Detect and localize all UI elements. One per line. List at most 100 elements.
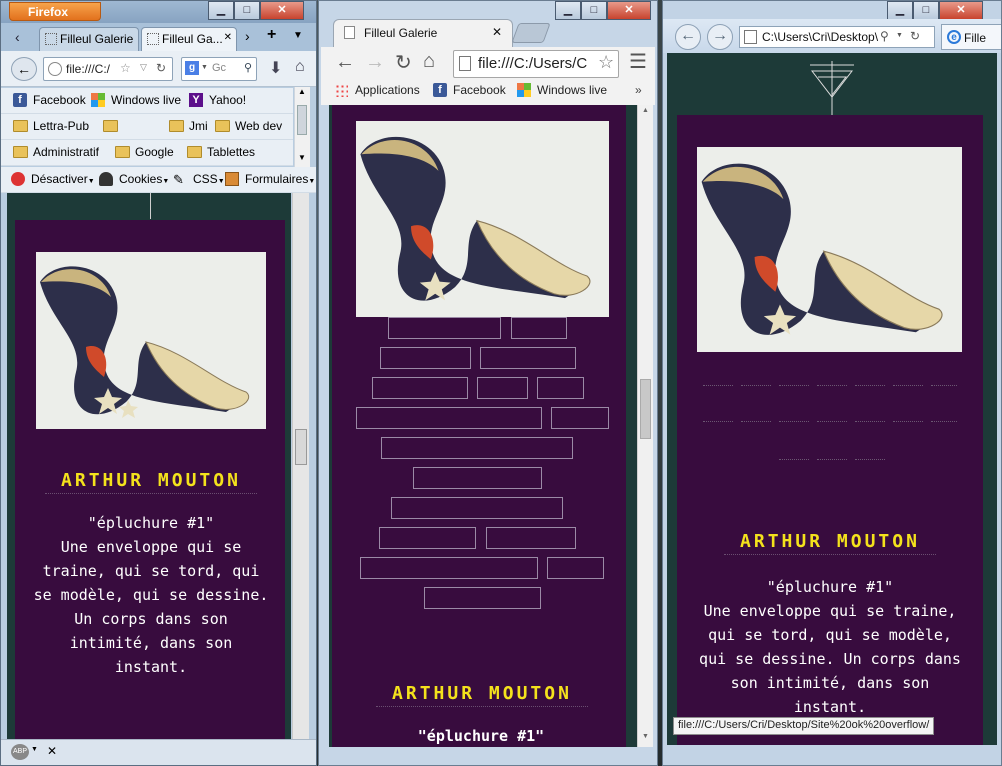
bookmark-administratif[interactable]: Administratif (13, 145, 99, 159)
maximize-icon[interactable]: □ (581, 1, 607, 20)
thumbnail-placeholder[interactable] (741, 385, 771, 386)
new-tab-button[interactable] (511, 23, 551, 43)
home-icon[interactable]: ⌂ (295, 58, 305, 76)
bookmark-yahoo[interactable]: Y Yahoo! (189, 93, 246, 107)
new-tab-icon[interactable]: + (267, 26, 276, 44)
thumbnail-placeholder[interactable] (703, 385, 733, 386)
search-icon[interactable]: ⚲ (244, 61, 252, 74)
back-icon[interactable]: ← (675, 24, 701, 50)
thumbnail-placeholder[interactable] (388, 317, 501, 339)
bookmark-star-icon[interactable]: ☆ (598, 52, 615, 73)
bookmark-jmi[interactable]: Jmi (169, 119, 208, 133)
thumbnail-placeholder[interactable] (360, 557, 538, 579)
thumbnail-placeholder[interactable] (356, 407, 542, 429)
chrome-page-scrollbar[interactable]: ▲ ▼ (637, 105, 653, 747)
scroll-down-icon[interactable]: ▼ (642, 733, 649, 740)
thumbnail-placeholder[interactable] (551, 407, 609, 429)
scroll-up-icon[interactable]: ▲ (642, 107, 649, 114)
reload-icon[interactable]: ↻ (156, 61, 166, 75)
thumbnail-placeholder[interactable] (855, 459, 885, 460)
artwork-photo[interactable] (697, 147, 962, 352)
minimize-icon[interactable]: ▁ (887, 1, 913, 20)
thumbnail-placeholder[interactable] (480, 347, 576, 369)
dropdown-icon[interactable]: ▼ (31, 746, 38, 753)
menu-icon[interactable]: ☰ (629, 49, 647, 74)
thumbnail-placeholder[interactable] (779, 459, 809, 460)
more-bookmarks-icon[interactable]: » (635, 83, 642, 97)
thumbnail-placeholder[interactable] (547, 557, 604, 579)
bookmark-windows-live[interactable]: Windows live (91, 93, 181, 107)
thumbnail-placeholder[interactable] (424, 587, 541, 609)
bookmark-apps[interactable]: Applications (335, 83, 420, 97)
thumbnail-placeholder[interactable] (817, 421, 847, 422)
firefox-search-input[interactable]: g ▼ Gc ⚲ (181, 57, 257, 81)
back-icon[interactable]: ← (335, 51, 355, 74)
bookmark-facebook[interactable]: f Facebook (13, 93, 86, 107)
artwork-photo[interactable] (36, 252, 266, 429)
tab-scroll-right-icon[interactable]: › (245, 28, 250, 44)
thumbnail-placeholder[interactable] (779, 421, 809, 422)
bookmark-lettra-pub[interactable]: Lettra-Pub (13, 119, 89, 133)
scroll-down-icon[interactable]: ▼ (298, 153, 306, 162)
firefox-tab-2[interactable]: Filleul Ga... ✕ (141, 27, 237, 51)
thumbnail-placeholder[interactable] (779, 385, 809, 386)
thumbnail-placeholder[interactable] (413, 467, 542, 489)
forms-menu[interactable]: Formulaires▼ (225, 172, 315, 186)
artwork-photo[interactable] (356, 121, 609, 317)
home-icon[interactable]: ⌂ (423, 50, 435, 73)
maximize-icon[interactable]: □ (234, 1, 260, 20)
thumbnail-placeholder[interactable] (380, 347, 471, 369)
downloads-icon[interactable]: ⬇ (269, 58, 282, 78)
thumbnail-placeholder[interactable] (931, 421, 957, 422)
cookies-menu[interactable]: Cookies▼ (99, 172, 169, 186)
close-icon[interactable]: ✕ (939, 1, 983, 20)
close-addon-bar-icon[interactable]: ✕ (47, 744, 57, 758)
dropdown-icon[interactable]: ▼ (896, 32, 903, 39)
thumbnail-placeholder[interactable] (893, 385, 923, 386)
chrome-tab[interactable]: Filleul Galerie ✕ (333, 19, 513, 47)
ie-address-input[interactable]: C:\Users\Cri\Desktop\ ⚲ ▼ ↻ (739, 26, 935, 48)
bookmarks-scrollbar[interactable]: ▲ ▼ (294, 87, 310, 167)
tab-scroll-left-icon[interactable]: ‹ (15, 29, 20, 45)
bookmark-web-dev[interactable]: Web dev (215, 119, 282, 133)
ie-tab[interactable]: e Fille (941, 24, 1001, 50)
thumbnail-placeholder[interactable] (477, 377, 528, 399)
reload-icon[interactable]: ↻ (910, 29, 921, 43)
search-icon[interactable]: ⚲ (880, 29, 889, 43)
forward-icon[interactable]: → (707, 24, 733, 50)
thumbnail-placeholder[interactable] (486, 527, 576, 549)
thumbnail-placeholder[interactable] (391, 497, 563, 519)
thumbnail-placeholder[interactable] (855, 385, 885, 386)
thumbnail-placeholder[interactable] (537, 377, 584, 399)
maximize-icon[interactable]: □ (913, 1, 939, 20)
css-menu[interactable]: ✎ CSS▼ (173, 172, 225, 187)
forward-icon[interactable]: → (365, 51, 385, 74)
close-icon[interactable]: ✕ (260, 1, 304, 20)
firefox-tab-1[interactable]: Filleul Galerie (39, 27, 139, 51)
minimize-icon[interactable]: ▁ (208, 1, 234, 20)
thumbnail-placeholder[interactable] (741, 421, 771, 422)
disable-menu[interactable]: Désactiver▼ (11, 172, 95, 186)
close-tab-icon[interactable]: ✕ (492, 25, 502, 39)
scroll-thumb[interactable] (295, 429, 307, 465)
scroll-thumb[interactable] (640, 379, 651, 439)
thumbnail-placeholder[interactable] (511, 317, 567, 339)
minimize-icon[interactable]: ▁ (555, 1, 581, 20)
firefox-url-input[interactable]: file:///C:/ ☆ ▽ ↻ (43, 57, 173, 81)
thumbnail-placeholder[interactable] (703, 421, 733, 422)
close-icon[interactable]: ✕ (607, 1, 651, 20)
firefox-menu-button[interactable]: Firefox (9, 2, 101, 21)
scroll-thumb[interactable] (297, 105, 307, 135)
thumbnail-placeholder[interactable] (855, 421, 885, 422)
list-tabs-icon[interactable]: ▼ (293, 30, 303, 41)
url-dropdown-icon[interactable]: ▽ (140, 62, 147, 73)
adblock-icon[interactable]: ABP (11, 744, 29, 760)
thumbnail-placeholder[interactable] (379, 527, 476, 549)
thumbnail-placeholder[interactable] (893, 421, 923, 422)
bookmark-facebook[interactable]: f Facebook (433, 83, 506, 97)
close-tab-icon[interactable]: ✕ (224, 32, 232, 43)
thumbnail-placeholder[interactable] (381, 437, 573, 459)
firefox-page-scrollbar[interactable] (292, 193, 309, 739)
bookmark-windows-live[interactable]: Windows live (517, 83, 607, 97)
thumbnail-placeholder[interactable] (817, 459, 847, 460)
